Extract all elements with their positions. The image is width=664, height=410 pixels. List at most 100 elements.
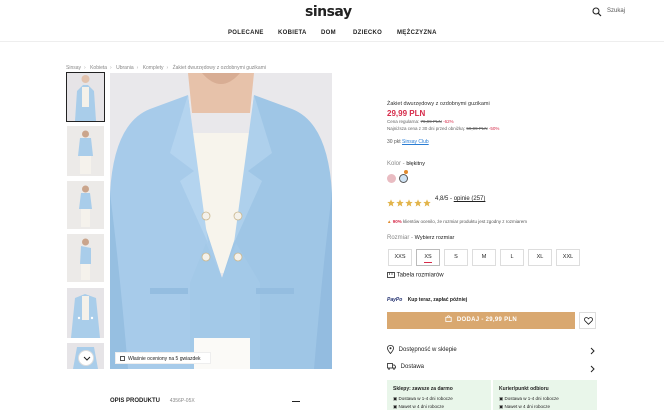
header: sinsay Szukaj POLECANE KOBIETA DOM DZIEC… <box>0 0 664 42</box>
nav-mezczyzna[interactable]: MĘŻCZYZNA <box>397 30 437 36</box>
new-color-dot-icon <box>404 170 408 174</box>
lowest-price-label: Najniższa cena z 30 dni przed obniżką: <box>387 126 466 131</box>
gallery-next-button[interactable] <box>78 350 94 366</box>
color-label: Kolor - <box>387 161 407 167</box>
breadcrumb-ubrania[interactable]: Ubrania <box>116 65 134 71</box>
product-price: 29,99 PLN <box>387 109 426 118</box>
delivery-courier-box: Kurier/punkt odbioru ▣ Dostawa w 1-4 dni… <box>493 380 597 410</box>
size-xl[interactable]: XL <box>528 249 552 266</box>
size-m[interactable]: M <box>472 249 496 266</box>
ruler-icon <box>387 272 395 278</box>
color-line: Kolor - błękitny <box>387 161 425 167</box>
calendar-icon: ▣ <box>393 404 398 409</box>
star-icon <box>423 199 431 207</box>
paypo-logo: PayPo <box>387 297 403 303</box>
delivery-store-line-1-text: Dostawa w 1-4 dni robocze <box>398 396 453 401</box>
delivery-courier-line-2: ▣ Nawet w 4 dni robocze <box>499 404 597 410</box>
thumbnail-5[interactable] <box>67 288 104 338</box>
breadcrumb-komplety[interactable]: Komplety <box>143 65 164 71</box>
breadcrumb: Sinsay › Kobieta › Ubrania › Komplety › Żaki… <box>66 65 266 71</box>
size-xxs[interactable]: XXS <box>388 249 412 266</box>
thumbnail-2[interactable] <box>67 126 104 176</box>
breadcrumb-kobieta[interactable]: Kobieta <box>90 65 107 71</box>
heart-icon <box>584 317 593 325</box>
rating-value: 4,8/5 <box>435 196 449 202</box>
regular-discount: -62% <box>443 119 454 124</box>
delivery-store-line-2-text: Nawet w 4 dni robocze <box>398 404 445 409</box>
star-icon <box>414 199 422 207</box>
thumbnail-3[interactable] <box>67 181 104 229</box>
rating-badge-text: Właśnie oceniony na 5 gwiazdek <box>128 356 201 362</box>
wishlist-button[interactable] <box>579 312 596 329</box>
thumbnail-4[interactable] <box>67 234 104 282</box>
search-icon <box>592 7 602 17</box>
search-bar[interactable]: Szukaj <box>592 6 662 20</box>
star-icon <box>396 199 404 207</box>
product-photo <box>110 73 332 369</box>
color-swatch-light-blue[interactable] <box>399 174 408 183</box>
calendar-icon: ▣ <box>499 396 504 401</box>
product-name: Żakiet dwurzędowy z ozdobnymi guzikami <box>387 101 490 107</box>
regular-price-line: Cena regularna: 79,99 PLN -62% <box>387 119 454 124</box>
breadcrumb-sinsay[interactable]: Sinsay <box>66 65 81 71</box>
delivery-store-line-1: ▣ Dostawa w 1-4 dni robocze <box>393 396 491 402</box>
color-swatch-pink[interactable] <box>387 174 396 183</box>
low-stock-indicator <box>424 261 432 263</box>
delivery-store-line-2: ▣ Nawet w 4 dni robocze <box>393 404 491 410</box>
product-main-image[interactable] <box>110 73 332 369</box>
collapse-icon[interactable] <box>292 401 300 402</box>
chevron-down-icon <box>83 356 91 361</box>
size-label: Rozmiar - <box>387 235 415 241</box>
delivery-row[interactable]: Dostawa <box>387 363 597 377</box>
fit-info: ▲ 90% klientów ocenilo, że rozmiar produ… <box>387 219 527 224</box>
description-label: OPIS PRODUKTU <box>110 398 161 404</box>
breadcrumb-current: Żakiet dwurzędowy z ozdobnymi guzikami <box>172 65 266 71</box>
color-value: błękitny <box>406 161 425 167</box>
size-table-label: Tabela rozmiarów <box>396 272 444 279</box>
lowest-price: 59,99 PLN <box>466 126 488 131</box>
regular-price: 79,99 PLN <box>420 119 442 124</box>
calendar-icon: ▣ <box>499 404 504 409</box>
chevron-right-icon <box>590 365 595 373</box>
search-input[interactable]: Szukaj <box>607 8 625 14</box>
star-icon <box>387 199 395 207</box>
delivery-courier-line-1: ▣ Dostawa w 1-4 dni robocze <box>499 396 597 402</box>
nav-dom[interactable]: DOM <box>321 30 336 36</box>
add-to-cart-label: DODAJ - 29,99 PLN <box>456 317 518 323</box>
size-s[interactable]: S <box>444 249 468 266</box>
nav-kobieta[interactable]: KOBIETA <box>278 30 307 36</box>
store-availability-row[interactable]: Dostępność w sklepie <box>387 345 597 359</box>
lowest-price-line: Najniższa cena z 30 dni przed obniżką: 5… <box>387 126 499 131</box>
product-code: 4356P-05X <box>169 398 195 404</box>
size-line: Rozmiar - Wybierz rozmiar <box>387 235 454 241</box>
store-availability-label: Dostępność w sklepie <box>398 347 457 354</box>
nav-dziecko[interactable]: DZIECKO <box>353 30 382 36</box>
reviews-link[interactable]: opinie (257) <box>454 196 486 202</box>
location-pin-icon <box>387 345 394 355</box>
star-outline-icon <box>120 356 125 361</box>
sinsay-logo[interactable]: sinsay <box>305 4 352 20</box>
size-xs[interactable]: XS <box>416 249 440 266</box>
add-to-cart-button[interactable]: DODAJ - 29,99 PLN <box>387 312 575 329</box>
rating-stars <box>387 194 432 212</box>
rating-line: 4,8/5 - opinie (257) <box>435 196 485 202</box>
size-xxl[interactable]: XXL <box>556 249 580 266</box>
product-description-toggle[interactable]: OPIS PRODUKTU 4356P-05X <box>110 398 195 404</box>
sinsay-club-link[interactable]: Sinsay Club <box>402 139 429 145</box>
fit-text: klientów ocenilo, że rozmiar produktu je… <box>401 219 528 224</box>
size-l[interactable]: L <box>500 249 524 266</box>
paypo-text: Kup teraz, zapłać później <box>407 297 468 303</box>
nav-polecane[interactable]: POLECANE <box>228 30 264 36</box>
thumbnail-1[interactable] <box>66 72 105 122</box>
chevron-right-icon <box>590 347 595 355</box>
size-table-link[interactable]: Tabela rozmiarów <box>387 272 444 279</box>
delivery-store-box: Sklepy: zawsze za darmo ▣ Dostawa w 1-4 … <box>387 380 491 410</box>
delivery-store-title: Sklepy: zawsze za darmo <box>393 386 453 392</box>
calendar-icon: ▣ <box>393 396 398 401</box>
delivery-courier-line-1-text: Dostawa w 1-4 dni robocze <box>504 396 559 401</box>
thumbs-up-icon: ▲ <box>387 219 392 224</box>
size-xs-label: XS <box>424 254 432 260</box>
club-points-value: 30 pkt <box>387 139 401 145</box>
star-icon <box>405 199 413 207</box>
lowest-discount: -50% <box>488 126 500 131</box>
